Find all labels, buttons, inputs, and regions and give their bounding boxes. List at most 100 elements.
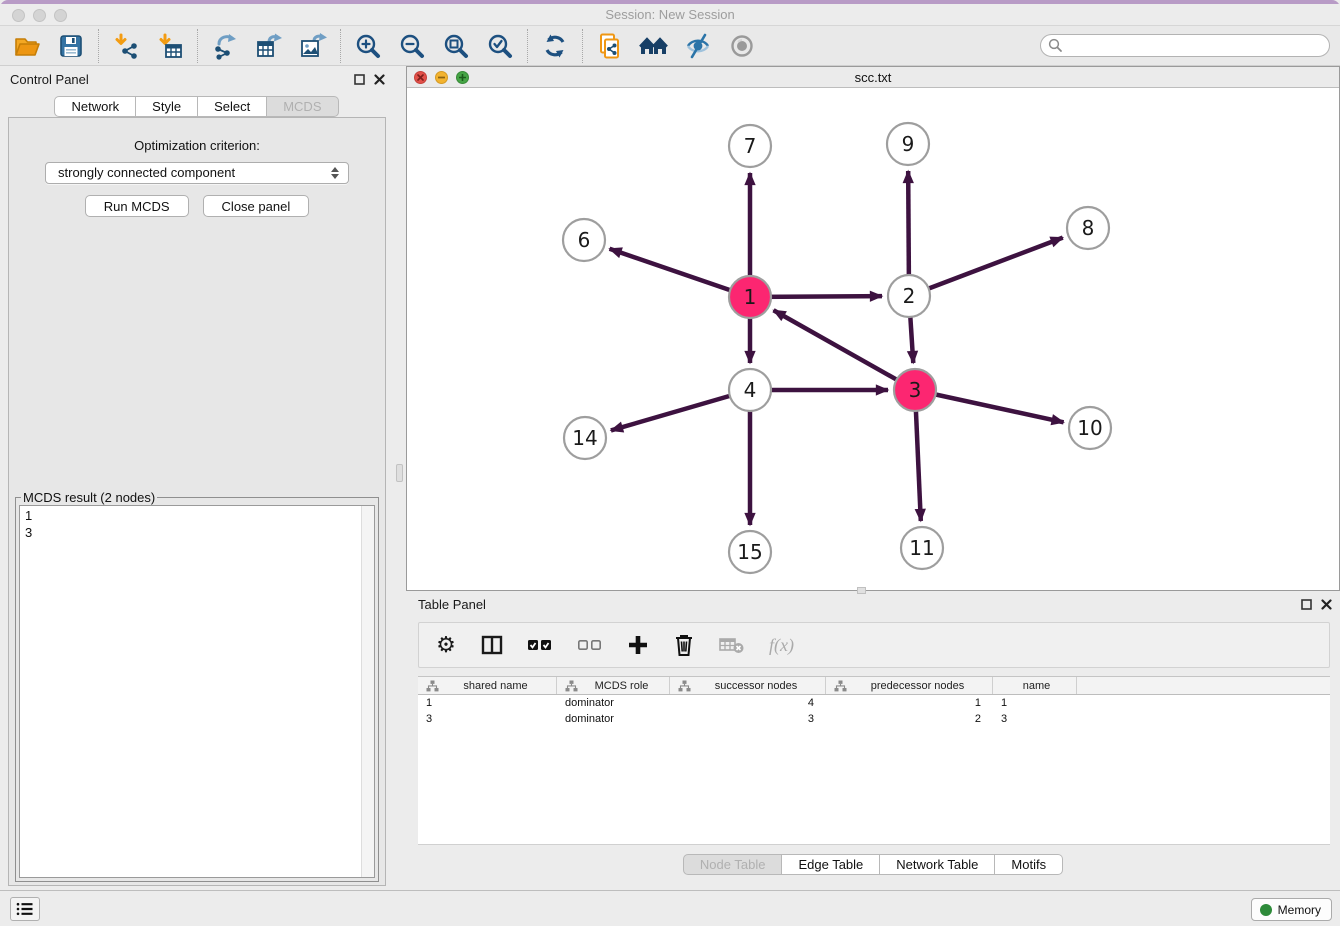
search-icon (1048, 38, 1063, 58)
export-table-icon[interactable] (254, 31, 284, 61)
node-table: shared name MCDS role successor nodes pr… (418, 676, 1330, 845)
mcds-result-line: 1 (25, 507, 369, 524)
graph-edge-3-10[interactable] (915, 390, 1064, 422)
graph-node-label: 14 (572, 426, 597, 450)
hierarchy-icon (565, 680, 578, 692)
table-toolbar: f(x) (418, 622, 1330, 668)
mcds-panel: Optimization criterion: strongly connect… (8, 117, 386, 886)
graph-edge-1-6[interactable] (610, 249, 750, 297)
task-history-button[interactable] (10, 897, 40, 921)
run-mcds-button[interactable]: Run MCDS (85, 195, 189, 217)
tab-mcds[interactable]: MCDS (267, 96, 338, 117)
function-builder-icon: f(x) (769, 633, 794, 657)
open-session-icon[interactable] (12, 31, 42, 61)
control-panel-header: Control Panel (0, 66, 393, 92)
graph-node-label: 8 (1082, 216, 1095, 240)
import-network-icon[interactable] (111, 31, 141, 61)
cell-shared-name: 1 (418, 695, 557, 711)
column-label: predecessor nodes (847, 680, 988, 692)
export-network-icon[interactable] (210, 31, 240, 61)
table-row[interactable]: 1 dominator 4 1 1 (418, 695, 1330, 711)
graph-node-label: 7 (744, 134, 757, 158)
optimization-criterion-select[interactable]: strongly connected component (45, 162, 349, 184)
cell-shared-name: 3 (418, 711, 557, 727)
mcds-result-line: 3 (25, 524, 369, 541)
cell-name: 3 (993, 711, 1077, 727)
table-panel-title: Table Panel (418, 597, 486, 612)
refresh-layout-icon[interactable] (540, 31, 570, 61)
cell-mcds-role: dominator (557, 711, 670, 727)
table-tabs: Node Table Edge Table Network Table Moti… (406, 854, 1340, 876)
close-panel-icon[interactable] (1321, 597, 1332, 615)
export-image-icon[interactable] (298, 31, 328, 61)
tab-select[interactable]: Select (198, 96, 267, 117)
show-all-columns-icon[interactable] (527, 633, 553, 657)
table-row[interactable]: 3 dominator 3 2 3 (418, 711, 1330, 727)
memory-label: Memory (1278, 903, 1321, 917)
tab-network[interactable]: Network (54, 96, 136, 117)
table-settings-icon[interactable] (435, 633, 457, 657)
select-columns-icon[interactable] (481, 633, 503, 657)
column-header-successor-nodes[interactable]: successor nodes (670, 677, 826, 694)
column-label: shared name (439, 680, 552, 692)
zoom-selected-icon[interactable] (485, 31, 515, 61)
cell-successor-nodes: 3 (670, 711, 826, 727)
splitter-handle[interactable] (396, 464, 403, 482)
column-label: name (1001, 680, 1072, 692)
search-input[interactable] (1040, 34, 1330, 57)
network-graph[interactable]: 1234678910111415 (407, 88, 1339, 590)
graph-node-label: 1 (744, 285, 757, 309)
mcds-result-legend: MCDS result (2 nodes) (21, 490, 157, 505)
column-label: MCDS role (578, 680, 665, 692)
graph-node-label: 2 (903, 284, 916, 308)
control-panel: Control Panel Network Style Select MCDS … (0, 66, 393, 890)
show-all-icon[interactable] (727, 31, 757, 61)
tab-network-table[interactable]: Network Table (880, 854, 995, 875)
close-panel-icon[interactable] (374, 72, 385, 90)
column-label: successor nodes (691, 680, 821, 692)
graph-edge-2-8[interactable] (909, 238, 1063, 296)
clone-network-icon[interactable] (595, 31, 625, 61)
tab-style[interactable]: Style (136, 96, 198, 117)
save-session-icon[interactable] (56, 31, 86, 61)
window-title: Session: New Session (0, 7, 1340, 22)
graph-node-label: 3 (909, 378, 922, 402)
result-scrollbar[interactable] (361, 506, 374, 877)
zoom-in-icon[interactable] (353, 31, 383, 61)
delete-column-icon[interactable] (673, 633, 695, 657)
mcds-result-list[interactable]: 1 3 (19, 505, 375, 878)
main-area: Control Panel Network Style Select MCDS … (0, 66, 1340, 890)
control-panel-tabs: Network Style Select MCDS (0, 96, 393, 117)
network-canvas[interactable]: 1234678910111415 (407, 88, 1339, 590)
memory-status-icon (1260, 904, 1272, 916)
tab-edge-table[interactable]: Edge Table (782, 854, 880, 875)
horizontal-splitter-handle[interactable] (857, 587, 866, 594)
cell-successor-nodes: 4 (670, 695, 826, 711)
hierarchy-icon (426, 680, 439, 692)
column-header-name[interactable]: name (993, 677, 1077, 694)
hide-all-columns-icon[interactable] (577, 633, 603, 657)
hide-selected-icon[interactable] (683, 31, 713, 61)
memory-button[interactable]: Memory (1251, 898, 1332, 921)
close-panel-button[interactable]: Close panel (203, 195, 310, 217)
control-panel-title: Control Panel (10, 72, 89, 87)
column-header-predecessor-nodes[interactable]: predecessor nodes (826, 677, 993, 694)
zoom-out-icon[interactable] (397, 31, 427, 61)
graph-edge-3-1[interactable] (774, 310, 915, 390)
cell-predecessor-nodes: 2 (826, 711, 993, 727)
graph-node-label: 6 (578, 228, 591, 252)
graph-node-label: 9 (902, 132, 915, 156)
column-header-shared-name[interactable]: shared name (418, 677, 557, 694)
float-panel-icon[interactable] (354, 72, 365, 90)
float-panel-icon[interactable] (1301, 597, 1312, 615)
import-table-icon[interactable] (155, 31, 185, 61)
column-header-mcds-role[interactable]: MCDS role (557, 677, 670, 694)
table-panel: Table Panel (406, 591, 1340, 890)
graph-node-label: 15 (737, 540, 762, 564)
first-neighbors-icon[interactable] (639, 31, 669, 61)
tab-motifs[interactable]: Motifs (995, 854, 1063, 875)
zoom-fit-icon[interactable] (441, 31, 471, 61)
tab-node-table[interactable]: Node Table (683, 854, 783, 875)
create-column-icon[interactable] (627, 633, 649, 657)
window-titlebar: Session: New Session (0, 0, 1340, 26)
